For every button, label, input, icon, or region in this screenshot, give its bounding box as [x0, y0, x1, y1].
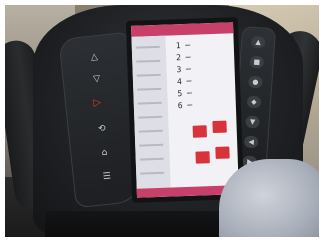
- screen-header-bar: [131, 22, 234, 37]
- screen-list-item[interactable]: 2 ─: [176, 53, 198, 62]
- screen-red-tile[interactable]: [192, 125, 207, 138]
- sidebar-line: [137, 101, 162, 105]
- sidebar-line: [140, 171, 165, 175]
- sidebar-line: [139, 143, 164, 147]
- right-key-1[interactable]: ▲: [250, 35, 266, 49]
- right-key-6[interactable]: ◀: [243, 135, 259, 149]
- screen-list-item[interactable]: 6 ─: [178, 101, 200, 110]
- keypad-key-down[interactable]: ▽: [85, 71, 108, 87]
- sidebar-line: [137, 87, 162, 91]
- screen-list-item[interactable]: 3 ─: [176, 65, 198, 74]
- right-key-5[interactable]: ▼: [245, 115, 261, 129]
- keypad-key-menu[interactable]: ☰: [95, 169, 118, 185]
- screen-red-tile[interactable]: [195, 151, 210, 164]
- sidebar-line: [136, 73, 161, 77]
- photo-frame: △ ▽ ▷ ⟲ ⌂ ☰ ▲ ■ ● ◆ ▼ ◀ ▶: [0, 0, 324, 242]
- keypad-key-home[interactable]: ⌂: [93, 145, 116, 161]
- sidebar-line: [138, 115, 163, 119]
- right-key-4[interactable]: ◆: [246, 95, 262, 109]
- right-key-2[interactable]: ■: [249, 55, 265, 69]
- screen-sidebar: [131, 35, 171, 189]
- screen-list-item[interactable]: 4 ─: [177, 77, 199, 86]
- sidebar-line: [135, 45, 160, 49]
- keypad-key-up[interactable]: △: [83, 49, 106, 65]
- sidebar-line: [139, 157, 164, 161]
- console-screen[interactable]: 1 ─ 2 ─ 3 ─ 4 ─ 5 ─ 6 ─: [131, 22, 239, 198]
- screen-red-tile[interactable]: [212, 120, 227, 134]
- right-key-3[interactable]: ●: [247, 75, 263, 89]
- treadmill-console-photo: △ ▽ ▷ ⟲ ⌂ ☰ ▲ ■ ● ◆ ▼ ◀ ▶: [5, 5, 319, 237]
- screen-bezel: 1 ─ 2 ─ 3 ─ 4 ─ 5 ─ 6 ─: [125, 17, 245, 203]
- screen-list-item[interactable]: 1 ─: [176, 41, 198, 50]
- screen-red-tile[interactable]: [215, 146, 230, 159]
- keypad-key-start[interactable]: ▷: [86, 95, 109, 111]
- keypad-key-reset[interactable]: ⟲: [90, 121, 113, 137]
- sidebar-line: [138, 129, 163, 133]
- sidebar-line: [136, 59, 161, 63]
- screen-list-item[interactable]: 5 ─: [177, 89, 199, 98]
